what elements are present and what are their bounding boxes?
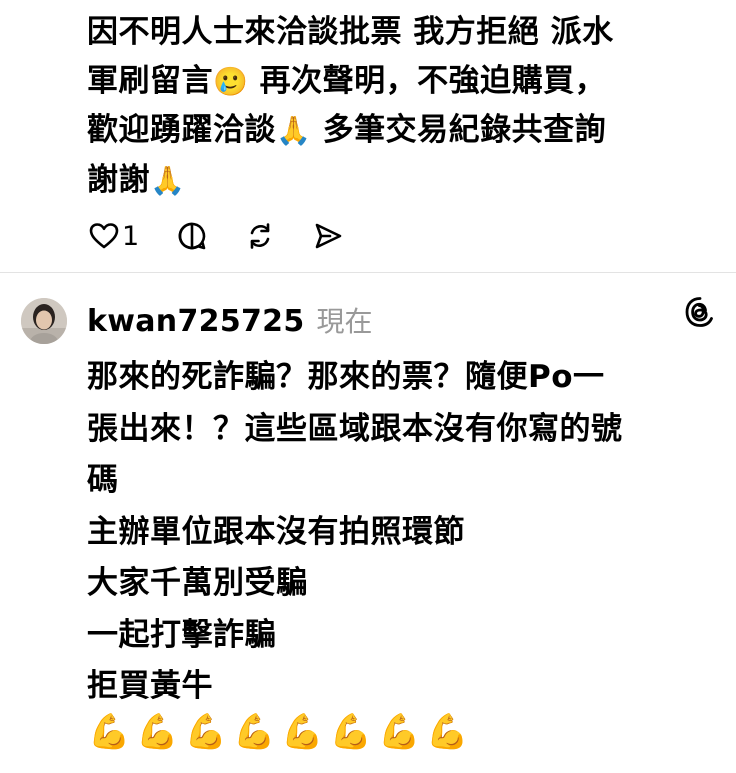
post-line: 因不明人士來洽談批票 我方拒絕 派水	[87, 14, 614, 50]
muscle-emoji: 💪	[136, 712, 179, 752]
reply-line: 大家千萬別受騙	[87, 565, 308, 601]
reply-header: kwan725725 現在	[87, 300, 373, 340]
like-button[interactable]: 1	[89, 221, 139, 252]
divider	[0, 272, 736, 273]
muscle-emoji: 💪	[281, 712, 324, 752]
repost-button[interactable]	[245, 221, 275, 251]
muscle-emoji: 💪	[88, 712, 131, 752]
reply-line: 碼	[87, 462, 119, 498]
reply-line: 那來的死詐騙？那來的票？隨便Po一	[87, 359, 605, 395]
post-text: 因不明人士來洽談批票 我方拒絕 派水 軍刷留言🥲 再次聲明，不強迫購買， 歡迎踴…	[87, 8, 727, 205]
tear-smile-emoji: 🥲	[213, 64, 249, 98]
like-count: 1	[122, 220, 140, 252]
post-line: 歡迎踴躍洽談🙏 多筆交易紀錄共查詢	[87, 112, 607, 148]
comment-icon	[178, 222, 206, 250]
comment-button[interactable]	[177, 221, 207, 251]
reply-line: 主辦單位跟本沒有拍照環節	[87, 513, 465, 550]
muscle-emoji: 💪	[426, 712, 469, 752]
repost-icon	[250, 223, 270, 249]
pray-emoji: 🙏	[150, 163, 186, 197]
post-line: 謝謝🙏	[87, 161, 186, 198]
muscle-emoji: 💪	[233, 712, 276, 752]
timestamp: 現在	[316, 305, 373, 338]
reply-text: 那來的死詐騙？那來的票？隨便Po一 張出來！？這些區域跟本沒有你寫的號 碼 主辦…	[87, 352, 717, 713]
muscle-emoji: 💪	[329, 712, 373, 752]
avatar-image	[21, 298, 67, 344]
reply-line: 一起打擊詐騙	[87, 616, 276, 653]
share-icon	[315, 223, 342, 249]
reply-line: 拒買黃牛	[87, 668, 213, 704]
share-button[interactable]	[313, 221, 343, 251]
action-bar: 1	[89, 218, 381, 254]
muscle-emoji-row: 💪 💪 💪 💪 💪 💪 💪 💪	[88, 710, 475, 754]
reply-line: 張出來！？這些區域跟本沒有你寫的號	[87, 410, 623, 447]
post-line: 軍刷留言🥲 再次聲明，不強迫購買，	[87, 62, 607, 99]
muscle-emoji: 💪	[184, 712, 228, 752]
username[interactable]: kwan725725	[87, 304, 305, 339]
heart-icon	[89, 223, 119, 249]
threads-icon[interactable]	[684, 296, 716, 328]
avatar[interactable]	[21, 298, 67, 344]
pray-emoji: 🙏	[276, 114, 312, 147]
muscle-emoji: 💪	[378, 712, 421, 752]
